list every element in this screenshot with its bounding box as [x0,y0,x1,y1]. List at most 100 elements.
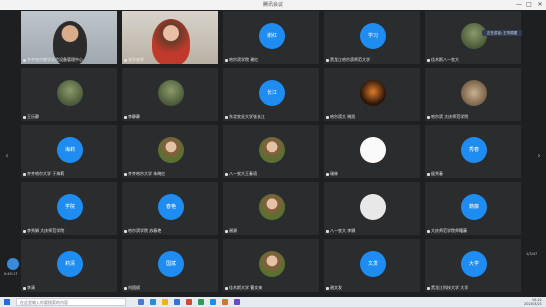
right-label: 1/3/47 [526,252,538,256]
close-button[interactable]: ✕ [535,0,545,10]
participant-name: 齐齐哈尔大学 朱晓红 [124,171,165,177]
taskbar: 在这里输入你要搜索的内容 10:21 2020/3/21 [0,297,546,307]
participant-tile[interactable]: 学习 黑龙江哈尔滨师范大学 [323,10,421,65]
app-icon-purple[interactable] [234,299,240,305]
participant-tile[interactable]: 谢源 [222,181,320,236]
participant-tile[interactable]: 佳木斯大学 曹文来 [222,238,320,293]
participant-tile[interactable]: 海莉齐齐哈尔大学 于海莉 [20,124,118,179]
mic-icon [124,115,127,119]
participant-name-label: 李静静 [128,114,140,119]
avatar [461,80,487,106]
participant-tile[interactable]: 秀春 侯秀春 [424,124,522,179]
participant-name: 王乐静 [23,114,39,120]
participant-video [152,19,190,64]
participant-tile[interactable]: 八一农大王春语 [222,124,320,179]
participant-name: 谢源 [225,228,237,234]
participant-name-label: 佳木斯大学 曹文来 [229,285,263,290]
taskbar-clock: 10:21 2020/3/21 [524,298,542,306]
avatar: 莉清 [57,251,83,277]
participant-name-label: 八一农大 李娜 [330,228,356,233]
mic-icon [23,172,26,176]
next-page-icon[interactable]: › [536,150,542,162]
participant-name-label: 齐齐哈尔大学 于海莉 [27,171,65,176]
participant-name: 李秀娟 大庆师范学院 [23,228,64,234]
participant-tile[interactable]: 哈尔滨大 晓凯 [323,67,421,122]
avatar [360,137,386,163]
task-view-icon[interactable] [138,299,144,305]
mic-icon [427,229,430,233]
maximize-button[interactable]: □ [524,0,534,10]
participant-name-label: 哈尔滨 大庆师范学院 [431,114,469,119]
participant-name: 齐齐哈尔教学实验设备管理中心 [23,57,83,63]
record-indicator-icon[interactable] [7,258,19,270]
store-icon[interactable] [174,299,180,305]
participant-name-label: 哈尔滨学院 苏春艳 [128,228,162,233]
app-icon-green[interactable] [198,299,204,305]
participant-name: 黑龙江科技大学 大学 [427,285,468,291]
participant-tile[interactable]: 大学 黑龙江科技大学 大学 [424,238,522,293]
participant-name: 刘国斌 [124,285,140,291]
participant-name-label: 李秀娟 大庆师范学院 [27,228,65,233]
participant-name-label: 李清 [27,285,35,290]
mic-icon [225,229,228,233]
participant-tile[interactable]: 国斌 刘国斌 [121,238,219,293]
windows-start-icon[interactable] [4,299,10,305]
participant-name-label: 刘国斌 [128,285,140,290]
mic-icon [427,58,430,62]
participant-name-label: 哈尔滨学院 谢红 [229,57,259,62]
avatar: 籍藤 [461,194,487,220]
avatar: 长江 [259,80,285,106]
participant-name-label: 东北农业大学张长江 [229,114,265,119]
mic-icon [225,58,228,62]
participant-tile[interactable]: 齐齐哈尔大学 朱晓红 [121,124,219,179]
participant-name: 八一农大 李娜 [326,228,355,234]
mic-icon [23,229,26,233]
title-bar: 腾讯会议 — □ ✕ [0,0,546,10]
participant-name: 张华老师 [124,57,144,63]
file-explorer-icon[interactable] [162,299,168,305]
taskbar-search-input[interactable]: 在这里输入你要搜索的内容 [16,298,126,306]
participant-tile[interactable]: 文发 谢文发 [323,238,421,293]
avatar [360,80,386,106]
mic-icon [23,58,26,62]
participant-tile[interactable]: 莉清李清 [20,238,118,293]
participant-name: 东北农业大学张长江 [225,114,265,120]
mic-icon [326,115,329,119]
participant-tile[interactable]: 长江东北农业大学张长江 [222,67,320,122]
participant-name: 李清 [23,285,35,291]
app-icon-red[interactable] [186,299,192,305]
participant-tile[interactable]: 王乐静 [20,67,118,122]
participant-name: 佳木斯八一农大 [427,57,459,63]
avatar: 海莉 [57,137,83,163]
mic-icon [124,58,127,62]
participant-tile[interactable]: 春艳 哈尔滨学院 苏春艳 [121,181,219,236]
participant-tile[interactable]: 张华老师 [121,10,219,65]
mic-icon [427,172,430,176]
participant-name-label: 王乐静 [27,114,39,119]
avatar [259,251,285,277]
participant-tile[interactable]: 齐齐哈尔教学实验设备管理中心 [20,10,118,65]
app-icon-orange[interactable] [222,299,228,305]
participant-name: 哈尔滨学院 苏春艳 [124,228,161,234]
mic-icon [124,229,127,233]
participant-tile[interactable]: 谢红 哈尔滨学院 谢红 [222,10,320,65]
participant-tile[interactable]: 瑞林 [323,124,421,179]
participant-tile[interactable]: 八一农大 李娜 [323,181,421,236]
edge-browser-icon[interactable] [150,299,156,305]
minimize-button[interactable]: — [514,0,524,10]
participant-tile[interactable]: 学院 李秀娟 大庆师范学院 [20,181,118,236]
participant-name: 佳木斯大学 曹文来 [225,285,262,291]
participant-tile[interactable]: 佳木斯八一农大 [424,10,522,65]
clock-date: 2020/3/21 [524,302,542,306]
prev-page-icon[interactable]: ‹ [4,150,10,162]
participant-name-label: 齐齐哈尔教学实验设备管理中心 [27,57,83,62]
participant-name-label: 哈尔滨大 晓凯 [330,114,356,119]
participant-tile[interactable]: 哈尔滨 大庆师范学院 [424,67,522,122]
participant-name-label: 瑞林 [330,171,338,176]
mic-icon [124,286,127,290]
tencent-meeting-icon[interactable] [210,299,216,305]
participant-tile[interactable]: 籍藤 大庆师范学院师籍藤 [424,181,522,236]
participant-name-label: 黑龙江哈尔滨师范大学 [330,57,370,62]
mic-icon [427,286,430,290]
participant-tile[interactable]: 李静静 [121,67,219,122]
